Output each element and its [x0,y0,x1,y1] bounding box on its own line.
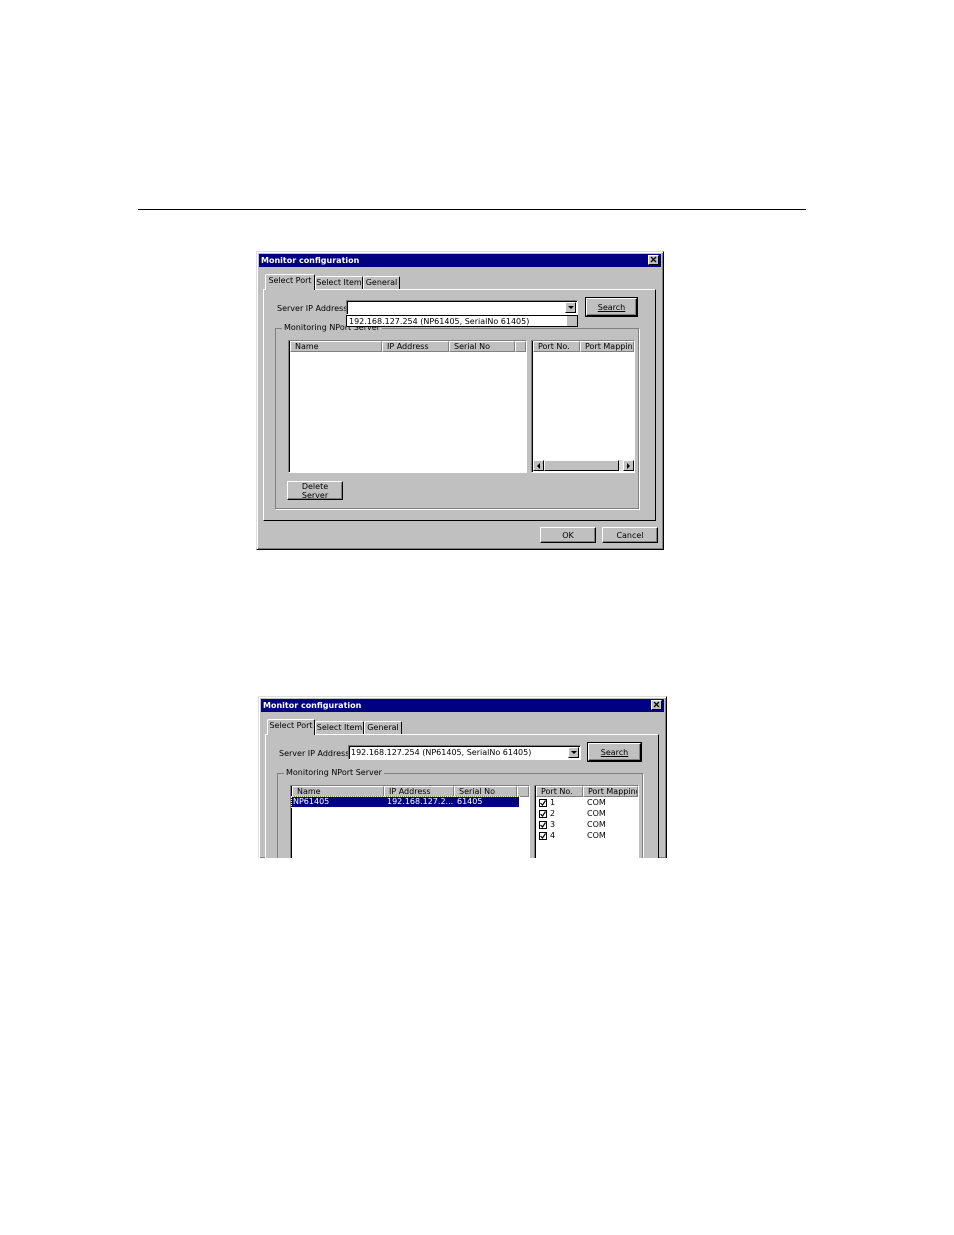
tab-general[interactable]: General [363,276,400,290]
dialog-title: Monitor configuration [261,256,360,265]
tab-select-item[interactable]: Select Item [315,721,364,735]
column-header-port-mapping[interactable]: Port Mapping [580,341,634,352]
dropdown-button[interactable] [568,747,579,758]
port-checkbox[interactable] [539,832,547,840]
group-title: Monitoring NPort Server [284,768,384,777]
checkmark-icon [540,833,546,839]
server-ip-combobox[interactable] [346,300,578,315]
server-ip-label: Server IP Address [279,749,350,758]
tab-label: Select Port [268,276,312,285]
port-number: 4 [550,831,556,840]
tab-select-port[interactable]: Select Port [267,719,315,735]
tab-panel: Server IP Address 192.168.127.254 (NP614… [265,734,659,858]
server-list[interactable]: Name IP Address Serial No [288,340,527,473]
arrow-left-icon [537,463,540,469]
close-button[interactable] [648,255,659,265]
port-number: 2 [550,809,556,818]
column-header-blank [517,786,529,797]
column-header-port-no[interactable]: Port No. [533,341,580,352]
server-serial: 61405 [457,797,483,806]
server-row[interactable]: NP61405 192.168.127.2... 61405 [291,796,520,808]
chevron-down-icon [568,306,574,309]
port-number: 1 [550,798,556,807]
delete-server-label: Delete Server [301,482,329,500]
title-bar: Monitor configuration [259,254,661,267]
port-mapping: COM [587,809,606,818]
tab-select-port[interactable]: Select Port [265,274,315,290]
chevron-down-icon [571,751,577,754]
tab-select-item[interactable]: Select Item [315,276,363,290]
checkmark-icon [540,800,546,806]
checkmark-icon [540,811,546,817]
port-checkbox[interactable] [539,810,547,818]
port-list[interactable]: Port No. Port Mapping 1 COM 2 COM 3 COM [534,785,639,858]
tab-label: Select Item [316,723,363,732]
search-button[interactable]: Search [587,742,642,762]
server-ip-label: Server IP Address [277,304,348,313]
port-checkbox[interactable] [539,799,547,807]
port-number: 3 [550,820,556,829]
ok-button[interactable]: OK [540,527,596,543]
port-row[interactable]: 2 COM [539,809,628,819]
port-checkbox[interactable] [539,821,547,829]
search-button[interactable]: Search [585,297,638,317]
column-header-blank [515,341,526,352]
tab-label: Select Port [269,721,313,730]
port-row[interactable]: 1 COM [539,798,628,808]
monitoring-group: Monitoring NPort Server Name IP Address … [277,768,643,858]
port-row[interactable]: 4 COM [539,831,628,841]
monitoring-group: Monitoring NPort Server Name IP Address … [275,323,639,509]
column-header-ip[interactable]: IP Address [382,341,449,352]
column-header-serial[interactable]: Serial No [449,341,515,352]
server-name: NP61405 [293,797,330,806]
tab-label: General [367,723,399,732]
port-mapping: COM [587,798,606,807]
scroll-right-button[interactable] [623,460,634,471]
column-header-serial[interactable]: Serial No [454,786,517,797]
dialog-title: Monitor configuration [263,701,362,710]
title-bar: Monitor configuration [261,699,664,712]
column-header-name[interactable]: Name [290,341,382,352]
server-list[interactable]: Name IP Address Serial No NP61405 192.16… [290,785,530,858]
close-icon [653,701,660,708]
cancel-label: Cancel [616,530,644,540]
checkmark-icon [540,822,546,828]
monitor-config-dialog-1: Monitor configuration Select Port Select… [256,251,664,550]
page-rule [138,209,806,210]
scroll-left-button[interactable] [533,460,544,471]
server-ip-value: 192.168.127.254 (NP61405, SerialNo 61405… [351,748,532,757]
column-header-port-mapping[interactable]: Port Mapping [583,786,638,797]
tab-label: General [365,278,398,287]
dropdown-button[interactable] [565,302,576,313]
server-ip: 192.168.127.2... [387,797,454,806]
close-button[interactable] [651,700,662,710]
tab-general[interactable]: General [364,721,402,735]
search-button-label: Search [600,747,629,757]
port-row[interactable]: 3 COM [539,820,628,830]
port-mapping: COM [587,820,606,829]
scroll-thumb[interactable] [544,460,619,471]
port-list[interactable]: Port No. Port Mapping [531,340,635,473]
column-header-port-no[interactable]: Port No. [536,786,583,797]
ok-label: OK [562,530,574,540]
arrow-right-icon [627,463,630,469]
port-mapping: COM [587,831,606,840]
close-icon [650,256,657,263]
dropdown-scrollbar[interactable] [567,316,577,326]
server-ip-combobox[interactable]: 192.168.127.254 (NP61405, SerialNo 61405… [348,745,581,760]
column-header-name[interactable]: Name [292,786,384,797]
dropdown-list: 192.168.127.254 (NP61405, SerialNo 61405… [346,315,578,327]
search-button-label: Search [597,302,626,312]
monitor-config-dialog-2: Monitor configuration Select Port Select… [258,696,667,858]
dropdown-option[interactable]: 192.168.127.254 (NP61405, SerialNo 61405… [349,317,529,326]
tab-panel: Server IP Address 192.168.127.254 (NP614… [263,289,656,521]
horizontal-scrollbar[interactable] [533,460,634,471]
column-header-ip[interactable]: IP Address [384,786,454,797]
delete-server-button[interactable]: Delete Server [287,481,343,500]
tab-label: Select Item [316,278,362,287]
cancel-button[interactable]: Cancel [602,527,658,543]
